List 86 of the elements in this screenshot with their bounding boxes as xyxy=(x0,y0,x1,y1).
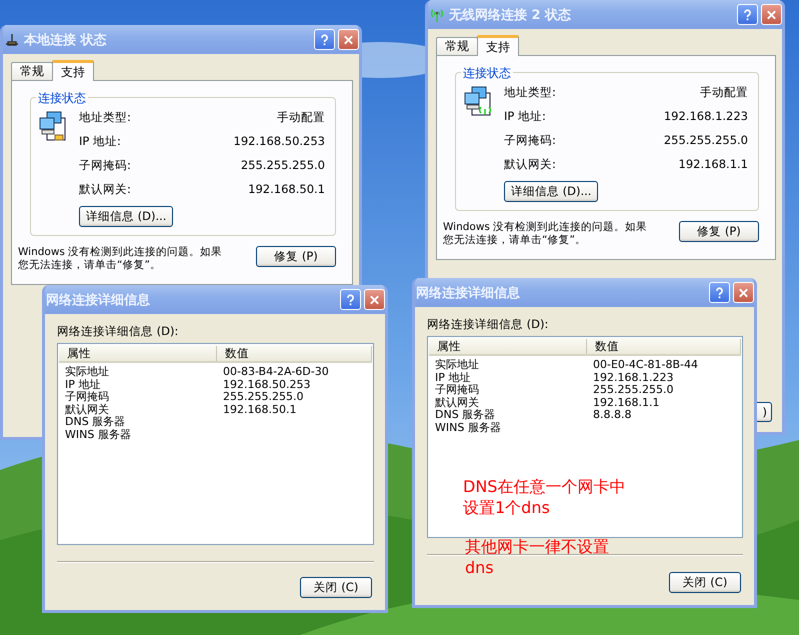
status-message: Windows 没有检测到此连接的问题。如果 xyxy=(443,221,648,234)
field-label: IP 地址: xyxy=(504,109,547,124)
close-icon xyxy=(766,8,777,20)
close-icon xyxy=(369,294,380,306)
field-label: 子网掩码: xyxy=(79,158,131,173)
column-header[interactable]: 数值 xyxy=(217,346,372,360)
column-header[interactable]: 属性 xyxy=(429,338,587,354)
field-label: 子网掩码: xyxy=(504,133,556,148)
group-title: 连接状态 xyxy=(461,65,513,82)
tab[interactable]: 常规 xyxy=(436,37,478,55)
value-cell-text: 255.255.255.0 xyxy=(593,384,674,396)
tab[interactable]: 支持 xyxy=(477,35,519,56)
status-message: 您无法连接，请单击“修复”。 xyxy=(18,259,161,272)
field-value: 192.168.50.1 xyxy=(247,182,325,197)
window-title: 网络连接详细信息 xyxy=(416,284,521,302)
field-value: 手动配置 xyxy=(276,110,325,125)
tab[interactable]: 支持 xyxy=(52,60,94,81)
help-button[interactable] xyxy=(737,4,758,25)
field-label: 默认网关: xyxy=(504,157,556,172)
network-plug-icon xyxy=(4,32,20,48)
property-cell-text: 实际地址 xyxy=(435,359,480,372)
property-cell-text: DNS 服务器 xyxy=(435,409,496,422)
property-cell-text: 默认网关 xyxy=(65,404,110,416)
help-button[interactable] xyxy=(314,29,335,50)
value-cell-text: 192.168.1.1 xyxy=(593,396,660,409)
field-value: 255.255.255.0 xyxy=(662,133,748,148)
list-label: 网络连接详细信息 (D): xyxy=(57,324,180,339)
window-title: 网络连接详细信息 xyxy=(46,292,151,308)
property-cell-text: WINS 服务器 xyxy=(435,422,502,434)
annotation-text: 设置1个dns xyxy=(463,497,550,518)
close-button[interactable] xyxy=(733,282,754,303)
property-cell-text: IP 地址 xyxy=(65,378,102,391)
property-cell-text: WINS 服务器 xyxy=(65,428,132,441)
field-label: IP 地址: xyxy=(79,134,122,149)
help-icon xyxy=(345,294,356,306)
value-cell-text: 192.168.50.253 xyxy=(223,378,312,391)
close-button[interactable] xyxy=(761,4,782,25)
status-message: Windows 没有检测到此连接的问题。如果 xyxy=(18,246,222,259)
repair-button[interactable]: 修复 (P) xyxy=(256,246,336,267)
group-title: 连接状态 xyxy=(36,90,88,107)
list-label: 网络连接详细信息 (D): xyxy=(427,317,550,332)
repair-button[interactable]: 修复 (P) xyxy=(679,221,759,242)
wireless-antenna-icon xyxy=(429,6,445,22)
value-cell-text: 00-E0-4C-81-8B-44 xyxy=(593,359,700,372)
help-button[interactable] xyxy=(340,289,361,310)
help-button[interactable] xyxy=(709,282,730,303)
help-icon xyxy=(742,8,753,20)
window-title: 无线网络连接 2 状态 xyxy=(449,6,572,24)
annotation-text: DNS在任意一个网卡中 xyxy=(463,476,626,497)
field-value: 192.168.1.1 xyxy=(678,157,748,172)
details-button[interactable]: 详细信息 (D)... xyxy=(79,206,174,227)
close-icon xyxy=(343,34,354,46)
property-cell-text: DNS 服务器 xyxy=(65,416,126,428)
field-label: 默认网关: xyxy=(79,182,131,197)
property-cell-text: 默认网关 xyxy=(435,396,480,409)
property-cell-text: 子网掩码 xyxy=(65,391,110,404)
property-cell-text: IP 地址 xyxy=(435,372,472,384)
value-cell-text: 255.255.255.0 xyxy=(223,391,304,404)
network-computers-icon xyxy=(462,85,494,117)
annotation-text: 其他网卡一律不设置 xyxy=(465,536,609,557)
field-value: 192.168.50.253 xyxy=(232,134,325,149)
help-icon xyxy=(319,34,330,46)
field-label: 地址类型: xyxy=(504,85,556,100)
column-header[interactable]: 属性 xyxy=(59,346,217,360)
status-message: 您无法连接，请单击“修复”。 xyxy=(443,234,586,247)
field-value: 手动配置 xyxy=(699,85,748,100)
help-icon xyxy=(714,286,725,298)
annotation-text: dns xyxy=(465,557,494,578)
value-cell-text: 8.8.8.8 xyxy=(593,409,632,422)
close-button[interactable] xyxy=(338,29,359,50)
field-value: 255.255.255.0 xyxy=(240,158,325,173)
close-button[interactable]: 关闭 (C) xyxy=(300,577,372,598)
value-cell-text: 192.168.1.223 xyxy=(593,372,674,384)
close-icon xyxy=(738,286,749,298)
details-button[interactable]: 详细信息 (D)... xyxy=(504,181,598,202)
window-title: 本地连接 状态 xyxy=(24,32,108,48)
column-header[interactable]: 数值 xyxy=(587,338,741,354)
field-label: 地址类型: xyxy=(79,110,131,125)
close-button[interactable] xyxy=(364,289,385,310)
tab[interactable]: 常规 xyxy=(11,62,53,80)
value-cell-text: 192.168.50.1 xyxy=(223,404,298,416)
property-cell-text: 子网掩码 xyxy=(435,384,480,396)
property-cell-text: 实际地址 xyxy=(65,366,110,378)
value-cell-text: 00-83-B4-2A-6D-30 xyxy=(223,366,330,378)
field-value: 192.168.1.223 xyxy=(662,109,748,124)
close-button[interactable]: 关闭 (C) xyxy=(669,572,741,593)
